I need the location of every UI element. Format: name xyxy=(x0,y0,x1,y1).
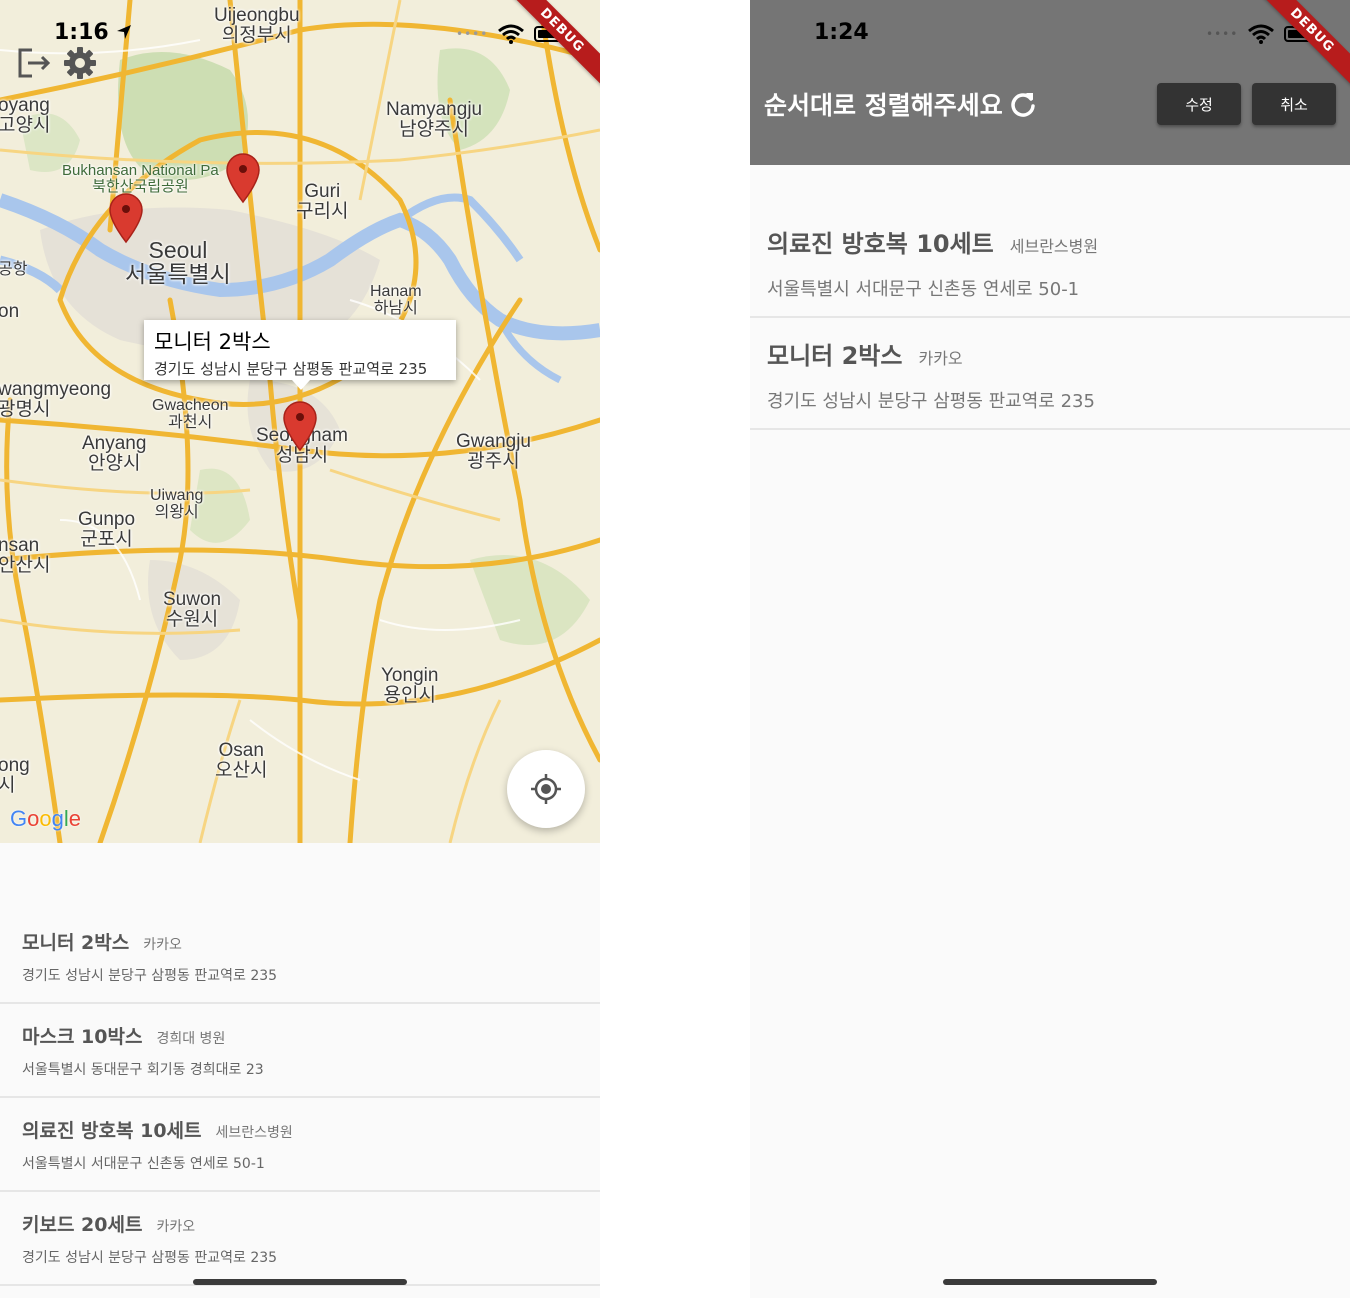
edit-button[interactable]: 수정 xyxy=(1157,83,1241,125)
map-label: oyang 고양시 xyxy=(0,95,51,136)
debug-banner: DEBUG xyxy=(1260,0,1350,90)
my-location-button[interactable] xyxy=(507,750,585,828)
list-item[interactable]: 키보드 20세트 카카오 경기도 성남시 분당구 삼평동 판교역로 235 xyxy=(0,1192,600,1286)
map-label: Bukhansan National Pa 북한산국립공원 xyxy=(62,162,219,195)
item-org: 카카오 xyxy=(918,349,963,368)
item-address: 경기도 성남시 분당구 삼평동 판교역로 235 xyxy=(22,1250,278,1266)
map-marker[interactable] xyxy=(108,192,144,244)
map-label: Yongin 용인시 xyxy=(381,665,439,706)
map-marker[interactable] xyxy=(225,152,261,204)
map-label: Gwangju 광주시 xyxy=(456,431,531,472)
item-address: 경기도 성남시 분당구 삼평동 판교역로 235 xyxy=(767,391,1095,412)
status-time: 1:24 xyxy=(814,20,869,45)
map-label: 공항 xyxy=(0,261,28,278)
item-address: 경기도 성남시 분당구 삼평동 판교역로 235 xyxy=(22,968,278,984)
item-name: 마스크 10박스 xyxy=(22,1026,143,1048)
map-label: Seoul 서울특별시 xyxy=(125,237,231,288)
signal-icon: •••• xyxy=(456,27,489,41)
settings-gear-icon[interactable] xyxy=(62,46,98,80)
map-label: nsan 안산시 xyxy=(0,535,51,576)
map-toolbar xyxy=(16,46,98,80)
item-list: 모니터 2박스 카카오 경기도 성남시 분당구 삼평동 판교역로 235 마스크 … xyxy=(0,910,600,1286)
map-label: Uiwang 의왕시 xyxy=(150,487,204,521)
info-window-address: 경기도 성남시 분당구 삼평동 판교역로 235 xyxy=(154,360,428,378)
refresh-icon[interactable] xyxy=(1009,90,1037,118)
home-indicator[interactable] xyxy=(193,1279,407,1285)
page-title-text: 순서대로 정렬해주세요 xyxy=(764,91,1003,120)
sortable-list-item[interactable]: 의료진 방호복 10세트 세브란스병원 서울특별시 서대문구 신촌동 연세로 50… xyxy=(750,206,1350,318)
map-marker-selected[interactable] xyxy=(282,400,318,452)
map-label: wangmyeong 광명시 xyxy=(0,379,112,420)
map-label: Namyangju 남양주시 xyxy=(386,99,483,140)
map-label: Uijeongbu 의정부시 xyxy=(214,5,300,46)
map-label: Hanam 하남시 xyxy=(370,283,422,317)
signal-icon: •••• xyxy=(1206,27,1239,41)
list-item[interactable]: 마스크 10박스 경희대 병원 서울특별시 동대문구 회기동 경희대로 23 xyxy=(0,1004,600,1098)
sort-screen: 1:24 •••• 순서대로 정렬해주세요 수정 취소 DEBUG 의료진 방호… xyxy=(750,0,1350,1298)
item-address: 서울특별시 서대문구 신촌동 연세로 50-1 xyxy=(22,1156,265,1172)
map-label: Suwon 수원시 xyxy=(163,589,222,630)
map-label: ong 시 xyxy=(0,755,30,796)
list-item[interactable]: 의료진 방호복 10세트 세브란스병원 서울특별시 서대문구 신촌동 연세로 50… xyxy=(0,1098,600,1192)
debug-banner: DEBUG xyxy=(510,0,600,90)
item-name: 의료진 방호복 10세트 xyxy=(767,230,994,258)
logout-icon[interactable] xyxy=(16,46,52,80)
map-label: Guri 구리시 xyxy=(296,181,349,222)
item-address: 서울특별시 서대문구 신촌동 연세로 50-1 xyxy=(767,279,1080,300)
item-org: 카카오 xyxy=(156,1219,196,1235)
item-name: 키보드 20세트 xyxy=(22,1214,143,1236)
item-org: 카카오 xyxy=(143,937,182,953)
map-label: Osan 오산시 xyxy=(215,740,268,781)
location-arrow-icon xyxy=(117,25,132,39)
map-view[interactable]: Uijeongbu 의정부시 oyang 고양시 Namyangju 남양주시 Buk… xyxy=(0,0,600,843)
sortable-list: 의료진 방호복 10세트 세브란스병원 서울특별시 서대문구 신촌동 연세로 50… xyxy=(750,206,1350,430)
crosshair-icon xyxy=(531,774,561,804)
item-name: 모니터 2박스 xyxy=(22,932,130,954)
map-label: Anyang 안양시 xyxy=(82,433,147,474)
sortable-list-item[interactable]: 모니터 2박스 카카오 경기도 성남시 분당구 삼평동 판교역로 235 xyxy=(750,318,1350,430)
item-org: 세브란스병원 xyxy=(1009,237,1099,256)
item-name: 의료진 방호복 10세트 xyxy=(22,1120,202,1142)
page-title: 순서대로 정렬해주세요 xyxy=(764,86,1037,122)
item-org: 세브란스병원 xyxy=(215,1125,293,1141)
map-screen: Uijeongbu 의정부시 oyang 고양시 Namyangju 남양주시 Buk… xyxy=(0,0,600,1298)
marker-info-window[interactable]: 모니터 2박스 경기도 성남시 분당구 삼평동 판교역로 235 xyxy=(144,320,456,390)
google-logo: Google xyxy=(10,806,82,831)
map-label: Gunpo 군포시 xyxy=(78,509,136,550)
map-label: on xyxy=(0,301,20,322)
home-indicator[interactable] xyxy=(943,1279,1157,1285)
status-time: 1:16 xyxy=(54,20,132,45)
list-item[interactable]: 모니터 2박스 카카오 경기도 성남시 분당구 삼평동 판교역로 235 xyxy=(0,910,600,1004)
item-address: 서울특별시 동대문구 회기동 경희대로 23 xyxy=(22,1062,264,1078)
item-name: 모니터 2박스 xyxy=(767,342,903,370)
info-window-title: 모니터 2박스 xyxy=(154,330,271,354)
map-label: Gwacheon 과천시 xyxy=(152,397,229,431)
item-org: 경희대 병원 xyxy=(156,1031,226,1047)
